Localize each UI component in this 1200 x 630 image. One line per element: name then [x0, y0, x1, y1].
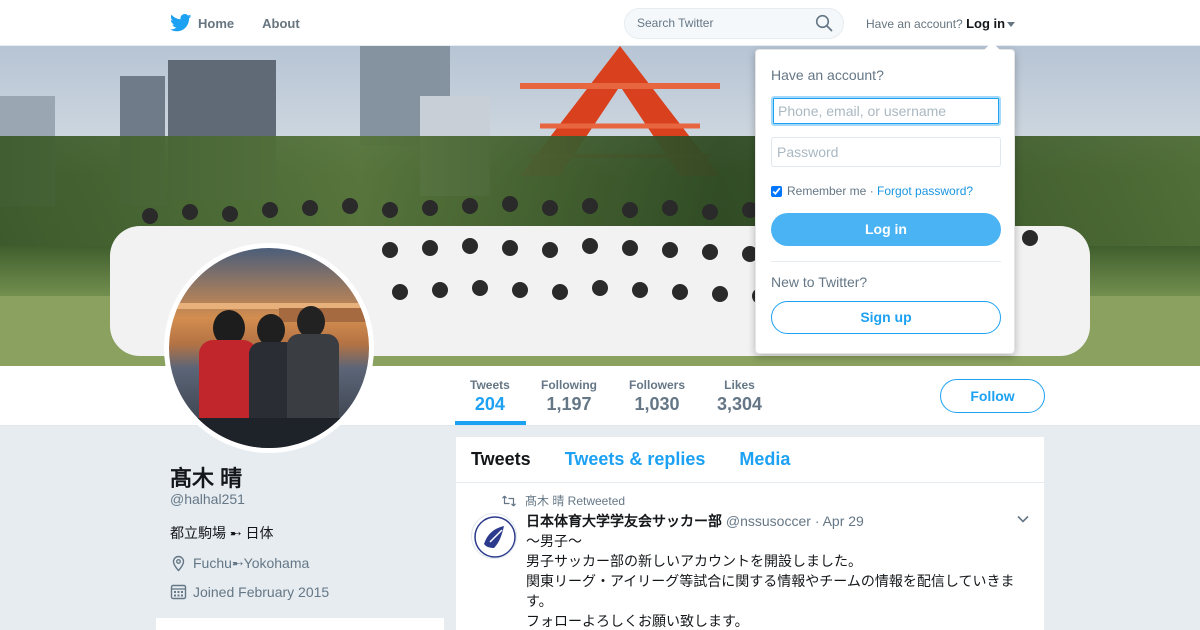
nav-about-label: About: [262, 15, 300, 31]
tweet-header: 日本体育大学学友会サッカー部 @nssusoccer · Apr 29: [526, 511, 864, 531]
profile-joined: Joined February 2015: [170, 583, 329, 600]
login-toggle[interactable]: Have an account? Log in: [866, 16, 1016, 31]
follow-button[interactable]: Follow: [940, 379, 1045, 413]
stat-label: Followers: [629, 378, 686, 392]
search-icon[interactable]: [815, 14, 833, 32]
stat-value: 1,197: [546, 394, 592, 414]
stat-tweets[interactable]: Tweets 204: [470, 378, 510, 415]
signup-button[interactable]: Sign up: [771, 301, 1001, 334]
tweet-author-handle[interactable]: @nssusoccer: [726, 513, 811, 529]
remember-me-label[interactable]: Remember me: [787, 184, 866, 198]
tweet-timeline: Tweets Tweets & replies Media 髙木 晴 Retwe…: [456, 437, 1044, 630]
tweet-author-avatar[interactable]: [471, 513, 517, 559]
calendar-icon: [170, 584, 187, 600]
forgot-password-link[interactable]: Forgot password?: [877, 184, 973, 198]
stat-value: 1,030: [634, 394, 680, 414]
password-field[interactable]: [771, 137, 1001, 167]
search-input[interactable]: Search Twitter: [624, 8, 844, 39]
stat-label: Likes: [724, 378, 755, 392]
stat-followers[interactable]: Followers 1,030: [629, 378, 685, 415]
username-field[interactable]: [771, 96, 1001, 126]
tweet-author-name[interactable]: 日本体育大学学友会サッカー部: [526, 513, 722, 529]
nav-home[interactable]: Home: [170, 14, 234, 32]
nav-left: Home About: [170, 0, 328, 46]
location-pin-icon: [172, 555, 185, 572]
stat-following[interactable]: Following 1,197: [541, 378, 597, 415]
new-to-twitter-text: New to Twitter?: [771, 274, 868, 290]
tweet-date[interactable]: · Apr 29: [815, 513, 864, 529]
tweet-line: 関東リーグ・アイリーグ等試合に関する情報やチームの情報を配信していきます。: [526, 573, 1015, 609]
stat-value: 3,304: [717, 394, 763, 414]
avatar-photo: [169, 303, 369, 448]
top-nav: Home About Search Twitter Have an accoun…: [0, 0, 1200, 46]
divider: [771, 261, 1001, 262]
sidebar-card: [156, 618, 444, 630]
stat-label: Tweets: [470, 378, 510, 392]
active-stat-underline: [455, 421, 526, 425]
retweet-context: 髙木 晴 Retweeted: [502, 492, 625, 509]
chevron-down-icon[interactable]: [1017, 515, 1029, 523]
timeline-tabs: Tweets Tweets & replies Media: [456, 437, 1044, 483]
tweet-line: 〜男子〜: [526, 533, 582, 549]
profile-avatar[interactable]: [164, 243, 374, 453]
twitter-bird-icon: [170, 14, 192, 32]
login-link[interactable]: Log in: [966, 16, 1005, 31]
profile-handle[interactable]: @halhal251: [170, 491, 245, 507]
tweet-line: 男子サッカー部の新しいアカウントを開設しました。: [526, 553, 862, 569]
nav-about[interactable]: About: [262, 16, 300, 31]
tweet-text: 〜男子〜 男子サッカー部の新しいアカウントを開設しました。 関東リーグ・アイリー…: [526, 531, 1026, 630]
joined-text: Joined February 2015: [193, 583, 330, 600]
retweet-icon: [502, 495, 516, 506]
stat-likes[interactable]: Likes 3,304: [717, 378, 762, 415]
profile-name: 髙木 晴: [170, 466, 243, 491]
remember-me-checkbox[interactable]: [771, 185, 782, 197]
have-account-text: Have an account?: [866, 17, 963, 31]
login-button[interactable]: Log in: [771, 213, 1001, 246]
location-text: Fuchu➸Yokohama: [193, 555, 310, 571]
profile-location: Fuchu➸Yokohama: [170, 555, 309, 572]
dropdown-title: Have an account?: [771, 67, 884, 83]
login-dropdown: Have an account? Remember me · Forgot pa…: [755, 42, 1015, 354]
nav-home-label: Home: [198, 15, 235, 31]
retweet-by-text: 髙木 晴 Retweeted: [525, 494, 626, 508]
tab-tweets[interactable]: Tweets: [471, 449, 531, 470]
nssu-logo: [474, 516, 516, 558]
remember-row: Remember me · Forgot password?: [771, 184, 973, 198]
tab-media[interactable]: Media: [739, 449, 790, 470]
stat-label: Following: [541, 378, 597, 392]
caret-down-icon: [1007, 22, 1016, 28]
tweet-line: フォローよろしくお願い致します。: [526, 613, 749, 629]
stat-value: 204: [474, 394, 505, 414]
profile-bio: 都立駒場 ➸ 日体: [170, 525, 274, 541]
tab-tweets-replies[interactable]: Tweets & replies: [565, 449, 706, 470]
